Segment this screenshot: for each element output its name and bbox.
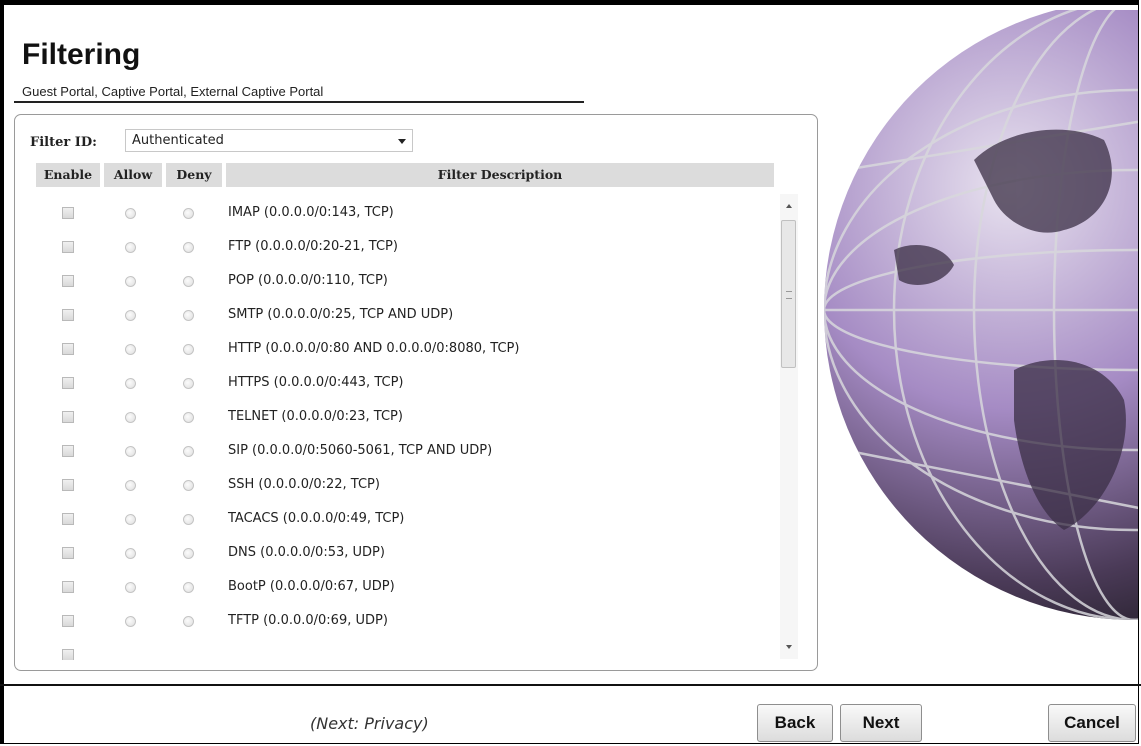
enable-checkbox[interactable] (62, 547, 74, 559)
filter-description: SMTP (0.0.0.0/0:25, TCP AND UDP) (228, 307, 454, 322)
table-row: HTTP (0.0.0.0/0:80 AND 0.0.0.0/0:8080, T… (24, 334, 776, 368)
filter-description: FTP (0.0.0.0/0:20-21, TCP) (228, 239, 398, 254)
table-row: POP (0.0.0.0/0:110, TCP) (24, 266, 776, 300)
allow-radio[interactable] (125, 480, 136, 491)
enable-checkbox[interactable] (62, 411, 74, 423)
allow-radio[interactable] (125, 616, 136, 627)
allow-radio[interactable] (125, 310, 136, 321)
filter-description: TFTP (0.0.0.0/0:69, UDP) (228, 613, 388, 628)
column-header-deny: Deny (166, 163, 222, 187)
filter-description: SSH (0.0.0.0/0:22, TCP) (228, 477, 380, 492)
allow-radio[interactable] (125, 514, 136, 525)
enable-checkbox[interactable] (62, 377, 74, 389)
table-row: SSH (0.0.0.0/0:22, TCP) (24, 470, 776, 504)
allow-radio[interactable] (125, 412, 136, 423)
list-scrollbar[interactable] (780, 194, 798, 659)
table-row: TACACS (0.0.0.0/0:49, TCP) (24, 504, 776, 538)
allow-radio[interactable] (125, 208, 136, 219)
table-row: SIP (0.0.0.0/0:5060-5061, TCP AND UDP) (24, 436, 776, 470)
allow-radio[interactable] (125, 582, 136, 593)
enable-checkbox[interactable] (62, 445, 74, 457)
filter-description: TELNET (0.0.0.0/0:23, TCP) (228, 409, 403, 424)
deny-radio[interactable] (183, 242, 194, 253)
deny-radio[interactable] (183, 446, 194, 457)
deny-radio[interactable] (183, 412, 194, 423)
deny-radio[interactable] (183, 208, 194, 219)
filter-description: SIP (0.0.0.0/0:5060-5061, TCP AND UDP) (228, 443, 493, 458)
enable-checkbox[interactable] (62, 581, 74, 593)
allow-radio[interactable] (125, 344, 136, 355)
table-row: TELNET (0.0.0.0/0:23, TCP) (24, 402, 776, 436)
scroll-down-icon[interactable] (786, 645, 792, 649)
table-row: IMAP (0.0.0.0/0:143, TCP) (24, 198, 776, 232)
enable-checkbox[interactable] (62, 275, 74, 287)
enable-checkbox[interactable] (62, 309, 74, 321)
enable-checkbox[interactable] (62, 615, 74, 627)
scroll-thumb[interactable] (781, 220, 796, 368)
filter-description: HTTPS (0.0.0.0/0:443, TCP) (228, 375, 404, 390)
table-row-partial (24, 640, 776, 660)
table-row: FTP (0.0.0.0/0:20-21, TCP) (24, 232, 776, 266)
deny-radio[interactable] (183, 582, 194, 593)
enable-checkbox[interactable] (62, 241, 74, 253)
title-divider (14, 101, 584, 103)
allow-radio[interactable] (125, 276, 136, 287)
deny-radio[interactable] (183, 276, 194, 287)
filter-description: DNS (0.0.0.0/0:53, UDP) (228, 545, 385, 560)
allow-radio[interactable] (125, 378, 136, 389)
allow-radio[interactable] (125, 548, 136, 559)
column-header-filter-description: Filter Description (226, 163, 774, 187)
enable-checkbox[interactable] (62, 513, 74, 525)
back-button[interactable]: Back (757, 704, 833, 742)
deny-radio[interactable] (183, 310, 194, 321)
table-row: SMTP (0.0.0.0/0:25, TCP AND UDP) (24, 300, 776, 334)
deny-radio[interactable] (183, 344, 194, 355)
page-subtitle: Guest Portal, Captive Portal, External C… (22, 84, 324, 99)
next-button[interactable]: Next (840, 704, 922, 742)
table-row: HTTPS (0.0.0.0/0:443, TCP) (24, 368, 776, 402)
filter-id-selected-value: Authenticated (132, 133, 224, 148)
table-row: BootP (0.0.0.0/0:67, UDP) (24, 572, 776, 606)
allow-radio[interactable] (125, 242, 136, 253)
chevron-down-icon (398, 139, 406, 144)
column-header-allow: Allow (104, 163, 162, 187)
scroll-up-icon[interactable] (786, 204, 792, 208)
deny-radio[interactable] (183, 378, 194, 389)
enable-checkbox[interactable] (62, 207, 74, 219)
globe-image (804, 10, 1138, 710)
next-step-hint: (Next: Privacy) (310, 714, 429, 733)
page-title: Filtering (22, 38, 141, 71)
enable-checkbox[interactable] (62, 479, 74, 491)
filter-description: POP (0.0.0.0/0:110, TCP) (228, 273, 388, 288)
grip-icon (786, 291, 792, 299)
footer-divider (0, 684, 1141, 686)
filter-description: IMAP (0.0.0.0/0:143, TCP) (228, 205, 394, 220)
cancel-button[interactable]: Cancel (1048, 704, 1136, 742)
filter-list[interactable]: IMAP (0.0.0.0/0:143, TCP) FTP (0.0.0.0/0… (24, 192, 776, 660)
enable-checkbox[interactable] (62, 343, 74, 355)
filter-id-label: Filter ID: (30, 135, 97, 150)
deny-radio[interactable] (183, 480, 194, 491)
filter-id-select[interactable]: Authenticated (125, 129, 413, 152)
table-row: DNS (0.0.0.0/0:53, UDP) (24, 538, 776, 572)
filter-description: BootP (0.0.0.0/0:67, UDP) (228, 579, 395, 594)
enable-checkbox[interactable] (62, 649, 74, 660)
table-row: TFTP (0.0.0.0/0:69, UDP) (24, 606, 776, 640)
deny-radio[interactable] (183, 548, 194, 559)
allow-radio[interactable] (125, 446, 136, 457)
deny-radio[interactable] (183, 514, 194, 525)
deny-radio[interactable] (183, 616, 194, 627)
filter-description: HTTP (0.0.0.0/0:80 AND 0.0.0.0/0:8080, T… (228, 341, 520, 356)
column-header-enable: Enable (36, 163, 100, 187)
filter-description: TACACS (0.0.0.0/0:49, TCP) (228, 511, 405, 526)
globe-icon (824, 10, 1138, 620)
